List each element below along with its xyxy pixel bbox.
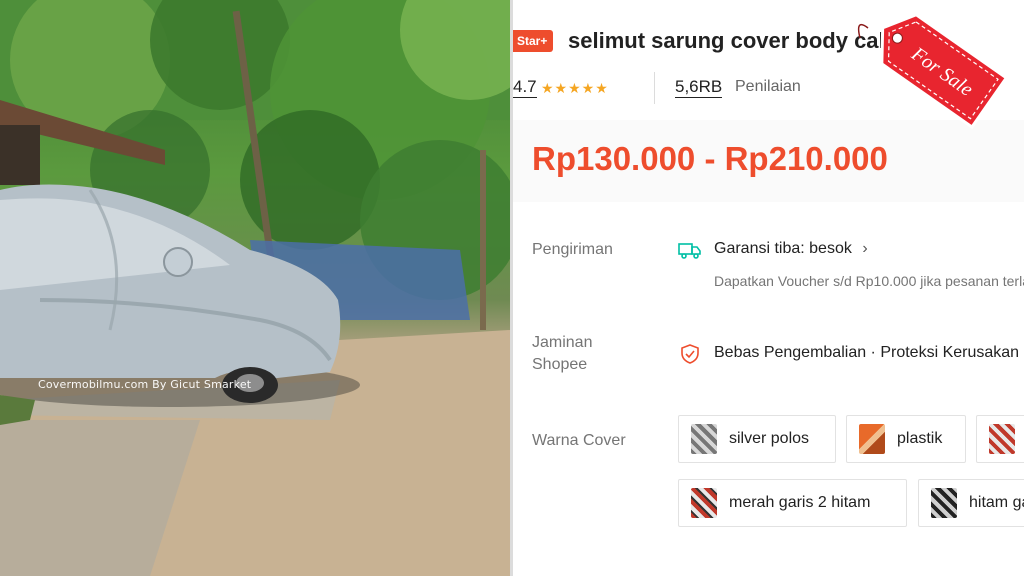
delivery-guarantee-text: Garansi tiba: besok	[714, 240, 852, 257]
car-cover-photo	[0, 0, 510, 576]
star-icon: ★★★★★	[541, 80, 609, 96]
variant-option-hitam-garis[interactable]: hitam garis	[918, 479, 1024, 527]
variant-option-silver-polos[interactable]: silver polos	[678, 415, 836, 463]
photo-watermark: Covermobilmu.com By Gicut Smarket	[38, 378, 252, 391]
truck-icon	[678, 243, 701, 259]
variant-label: Warna Cover	[532, 432, 626, 449]
delivery-guarantee-link[interactable]: Garansi tiba: besok ›	[714, 240, 868, 258]
star-plus-badge: Star+	[513, 30, 554, 52]
guarantee-text[interactable]: Bebas Pengembalian · Proteksi Kerusakan	[714, 344, 1019, 362]
guarantee-label: Jaminan Shopee	[532, 332, 592, 376]
variant-option-merah[interactable]: merah	[976, 415, 1024, 463]
shipping-label: Pengiriman	[532, 241, 613, 258]
voucher-text: Dapatkan Voucher s/d Rp10.000 jika pesan…	[714, 273, 1024, 289]
variant-thumbnail	[931, 488, 957, 518]
variant-option-plastik[interactable]: plastik	[846, 415, 966, 463]
variant-label-text: plastik	[897, 430, 943, 447]
variant-thumbnail	[691, 488, 717, 518]
chevron-right-icon: ›	[862, 240, 868, 257]
guarantee-label-line2: Shopee	[532, 356, 588, 373]
rating-divider	[654, 72, 655, 104]
variant-label-text: merah garis 2 hitam	[729, 494, 871, 511]
variant-option-merah-garis-2-hitam[interactable]: merah garis 2 hitam	[678, 479, 907, 527]
sale-tag-icon: For Sale	[857, 13, 1009, 130]
shield-icon	[681, 344, 699, 364]
variant-thumbnail	[859, 424, 885, 454]
review-label: Penilaian	[735, 78, 801, 95]
variant-thumbnail	[989, 424, 1015, 454]
review-count[interactable]: 5,6RB	[675, 77, 723, 98]
guarantee-label-line1: Jaminan	[532, 334, 593, 351]
variant-label-text: silver polos	[729, 430, 810, 447]
price-range: Rp130.000 - Rp210.000	[532, 140, 888, 177]
rating-value[interactable]: 4.7	[513, 77, 537, 98]
variant-thumbnail	[691, 424, 717, 454]
product-photo: Covermobilmu.com By Gicut Smarket	[0, 0, 510, 576]
variant-label-text: hitam garis	[969, 494, 1024, 511]
